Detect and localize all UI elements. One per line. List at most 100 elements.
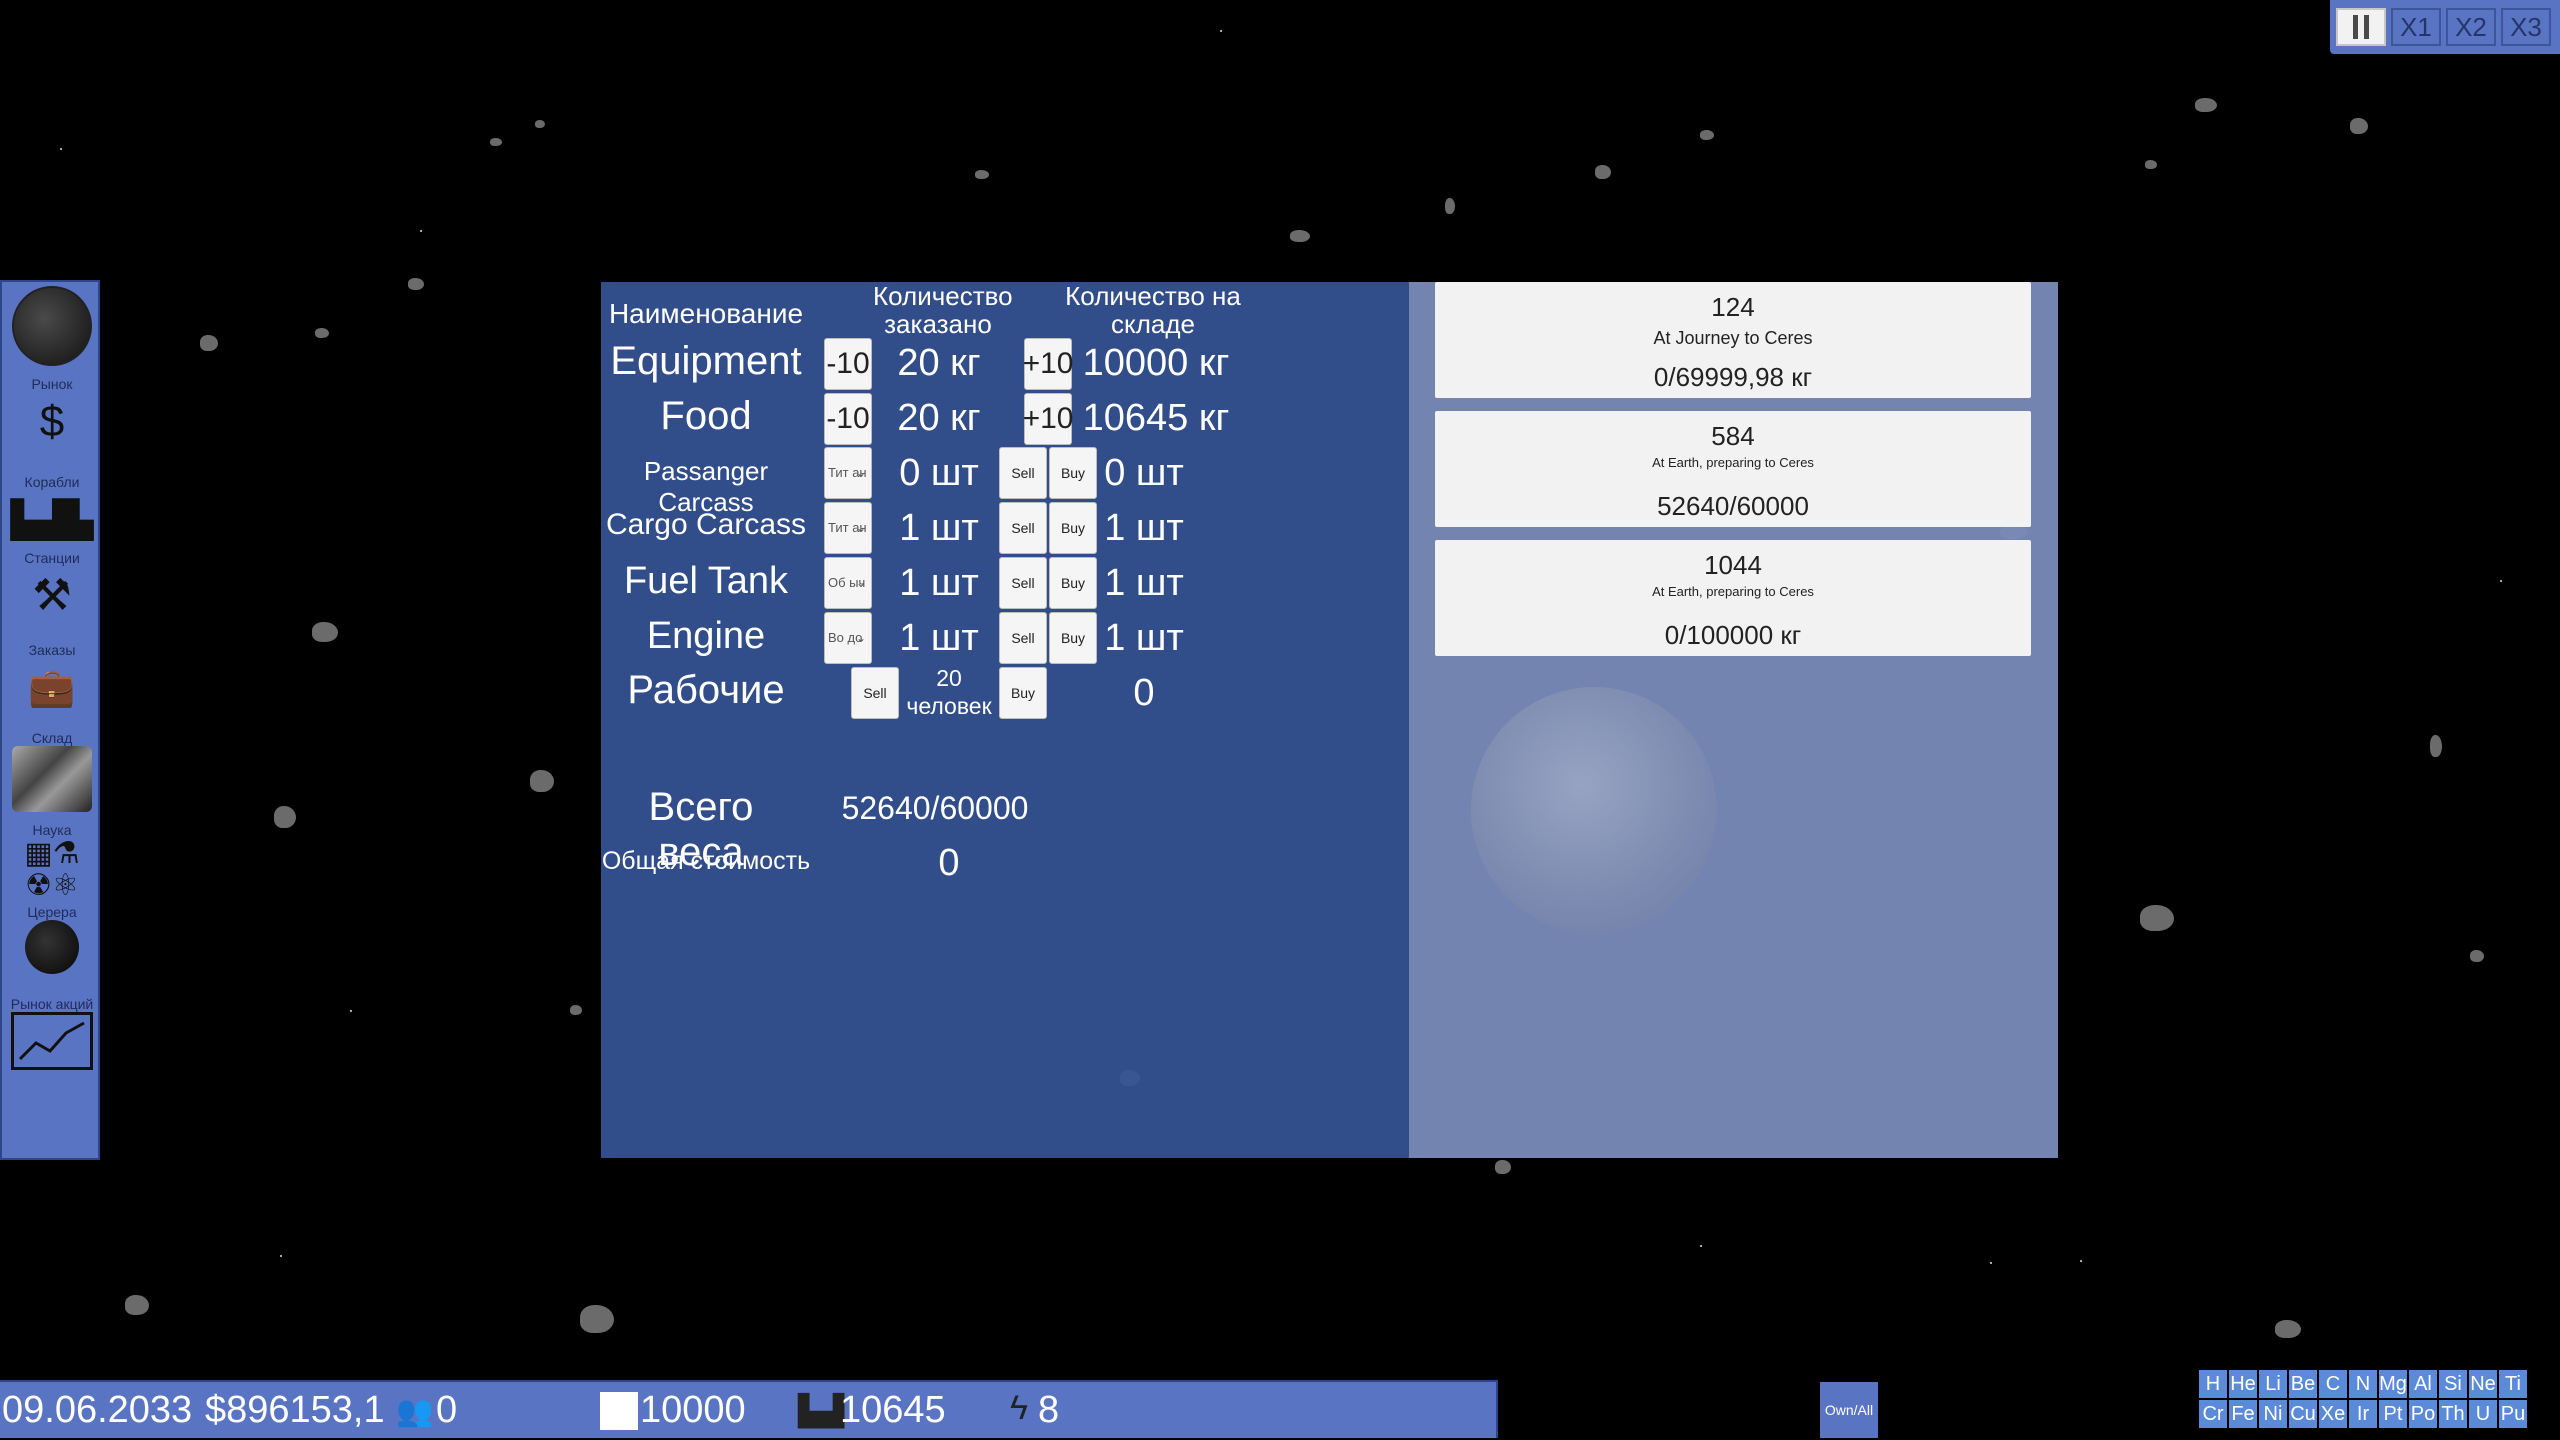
element-button[interactable]: Fe <box>2229 1400 2257 1428</box>
element-button[interactable]: Al <box>2409 1370 2437 1398</box>
cargo-carcass-sell-button[interactable]: Sell <box>999 502 1047 554</box>
sidebar-item-stocks[interactable]: Рынок акций <box>2 996 102 1070</box>
equipment-plus-button[interactable]: +10 <box>1023 338 1073 390</box>
pause-button[interactable] <box>2336 8 2386 46</box>
element-button[interactable]: Th <box>2439 1400 2467 1428</box>
sidebar-item-label: Заказы <box>28 642 76 658</box>
item-name-fuel-tank: Fuel Tank <box>623 560 789 602</box>
storage-icon <box>12 746 92 812</box>
workers-ordered: 20 человек <box>906 665 992 719</box>
sidebar-item-label: Церера <box>27 904 77 920</box>
passanger-carcass-ordered: 0 шт <box>899 452 979 494</box>
food-stock: 10645 кг <box>1082 397 1230 439</box>
element-button[interactable]: N <box>2349 1370 2377 1398</box>
engine-sell-button[interactable]: Sell <box>999 612 1047 664</box>
element-button[interactable]: Ti <box>2499 1370 2527 1398</box>
workers-sell-button[interactable]: Sell <box>851 667 899 719</box>
total-cost-value: 0 <box>938 842 960 884</box>
element-button[interactable]: Cu <box>2289 1400 2317 1428</box>
total-weight-value: 52640/60000 <box>841 790 1029 826</box>
sidebar-item-storage[interactable]: Склад <box>2 730 102 812</box>
ship-status: At Journey to Ceres <box>1653 328 1813 348</box>
sidebar-item-earth[interactable] <box>2 286 102 366</box>
item-name-workers: Рабочие <box>627 668 785 712</box>
engine-stock: 1 шт <box>1104 617 1184 659</box>
ship-cargo-weight: 0/100000 кг <box>1664 620 1802 650</box>
money-balance: $896153,1 <box>205 1389 385 1431</box>
sidebar-item-label: Склад <box>31 730 73 746</box>
food-minus-button[interactable]: -10 <box>824 393 872 445</box>
item-name-food: Food <box>660 394 752 438</box>
food-ordered: 20 кг <box>897 397 981 439</box>
sidebar-item-market[interactable]: Рынок $ <box>2 376 102 452</box>
element-button[interactable]: Mg <box>2379 1370 2407 1398</box>
sidebar-item-ships[interactable]: Корабли ▙▟▙ <box>2 474 102 550</box>
ceres-image <box>1471 687 1717 933</box>
element-button[interactable]: Li <box>2259 1370 2287 1398</box>
workers-count: 0 <box>436 1389 458 1431</box>
element-button[interactable]: Pt <box>2379 1400 2407 1428</box>
engine-type-select[interactable]: Во до ⌄ <box>824 612 872 664</box>
element-button[interactable]: U <box>2469 1400 2497 1428</box>
item-name-cargo-carcass: Cargo Carcass <box>605 508 807 541</box>
speed-x1-button[interactable]: X1 <box>2391 8 2441 46</box>
passanger-carcass-sell-button[interactable]: Sell <box>999 447 1047 499</box>
ship-number: 1044 <box>1704 550 1762 580</box>
element-button[interactable]: Po <box>2409 1400 2437 1428</box>
header-in-stock: Количество на складе <box>1065 281 1241 339</box>
element-button[interactable]: Ne <box>2469 1370 2497 1398</box>
food-plus-button[interactable]: +10 <box>1023 393 1073 445</box>
element-button[interactable]: Xe <box>2319 1400 2347 1428</box>
cargo-carcass-ordered: 1 шт <box>899 507 979 549</box>
ship-status: At Earth, preparing to Ceres <box>1652 455 1814 470</box>
fuel-tank-buy-button[interactable]: Buy <box>1049 557 1097 609</box>
ship-card[interactable]: 124 At Journey to Ceres 0/69999,98 кг <box>1435 282 2031 398</box>
market-icon: $ <box>39 397 65 446</box>
element-button[interactable]: Ni <box>2259 1400 2287 1428</box>
ship-cargo-weight: 52640/60000 <box>1657 491 1809 521</box>
ship-card[interactable]: 1044 At Earth, preparing to Ceres 0/1000… <box>1435 540 2031 656</box>
engine-ordered: 1 шт <box>899 617 979 659</box>
passanger-carcass-buy-button[interactable]: Buy <box>1049 447 1097 499</box>
element-button[interactable]: Si <box>2439 1370 2467 1398</box>
equipment-stock: 10000 кг <box>1082 342 1230 384</box>
passanger-carcass-material-select[interactable]: Тит ан ⌄ <box>824 447 872 499</box>
element-button[interactable]: Pu <box>2499 1400 2527 1428</box>
main-sidebar: Рынок $ Корабли ▙▟▙ Станции ⚒ Заказы 💼 С… <box>0 280 100 1160</box>
element-button[interactable]: Cr <box>2199 1400 2227 1428</box>
speed-x3-button[interactable]: X3 <box>2501 8 2551 46</box>
engine-buy-button[interactable]: Buy <box>1049 612 1097 664</box>
sidebar-item-science[interactable]: Наука ▦⚗ ☢⚛ <box>2 822 102 902</box>
element-button[interactable]: Be <box>2289 1370 2317 1398</box>
cargo-carcass-material-select[interactable]: Тит ан ⌄ <box>824 502 872 554</box>
own-all-toggle[interactable]: Own/All <box>1820 1382 1878 1438</box>
equipment-count: 10000 <box>640 1389 746 1431</box>
element-button[interactable]: C <box>2319 1370 2347 1398</box>
pause-icon <box>2353 15 2358 39</box>
workers-icon: 👥 <box>396 1395 434 1428</box>
ships-icon: ▙▟▙ <box>10 499 94 540</box>
workers-buy-button[interactable]: Buy <box>999 667 1047 719</box>
ship-cargo-weight: 0/69999,98 кг <box>1653 362 1813 392</box>
speed-x2-button[interactable]: X2 <box>2446 8 2496 46</box>
cargo-carcass-buy-button[interactable]: Buy <box>1049 502 1097 554</box>
resource-status-bar: 09.06.2033 $896153,1 👥 0 10000 ▙▟ 10645 … <box>0 1380 1498 1438</box>
sidebar-item-orders[interactable]: Заказы 💼 <box>2 642 102 718</box>
sidebar-item-stations[interactable]: Станции ⚒ <box>2 550 102 626</box>
passanger-carcass-stock: 0 шт <box>1104 452 1184 494</box>
sidebar-item-ceres[interactable]: Церера <box>2 904 102 974</box>
equipment-minus-button[interactable]: -10 <box>824 338 872 390</box>
element-button[interactable]: Ir <box>2349 1400 2377 1428</box>
game-date: 09.06.2033 <box>2 1389 193 1431</box>
element-button[interactable]: He <box>2229 1370 2257 1398</box>
element-button[interactable]: H <box>2199 1370 2227 1398</box>
chevron-down-icon: ⌄ <box>855 576 866 590</box>
food-count: 10645 <box>840 1389 946 1431</box>
fuel-tank-type-select[interactable]: Об ыч ⌄ <box>824 557 872 609</box>
fuel-tank-sell-button[interactable]: Sell <box>999 557 1047 609</box>
cargo-carcass-stock: 1 шт <box>1104 507 1184 549</box>
ship-number: 584 <box>1711 421 1755 451</box>
item-name-equipment: Equipment <box>610 339 802 383</box>
ship-card[interactable]: 584 At Earth, preparing to Ceres 52640/6… <box>1435 411 2031 527</box>
stations-icon: ⚒ <box>32 571 72 620</box>
